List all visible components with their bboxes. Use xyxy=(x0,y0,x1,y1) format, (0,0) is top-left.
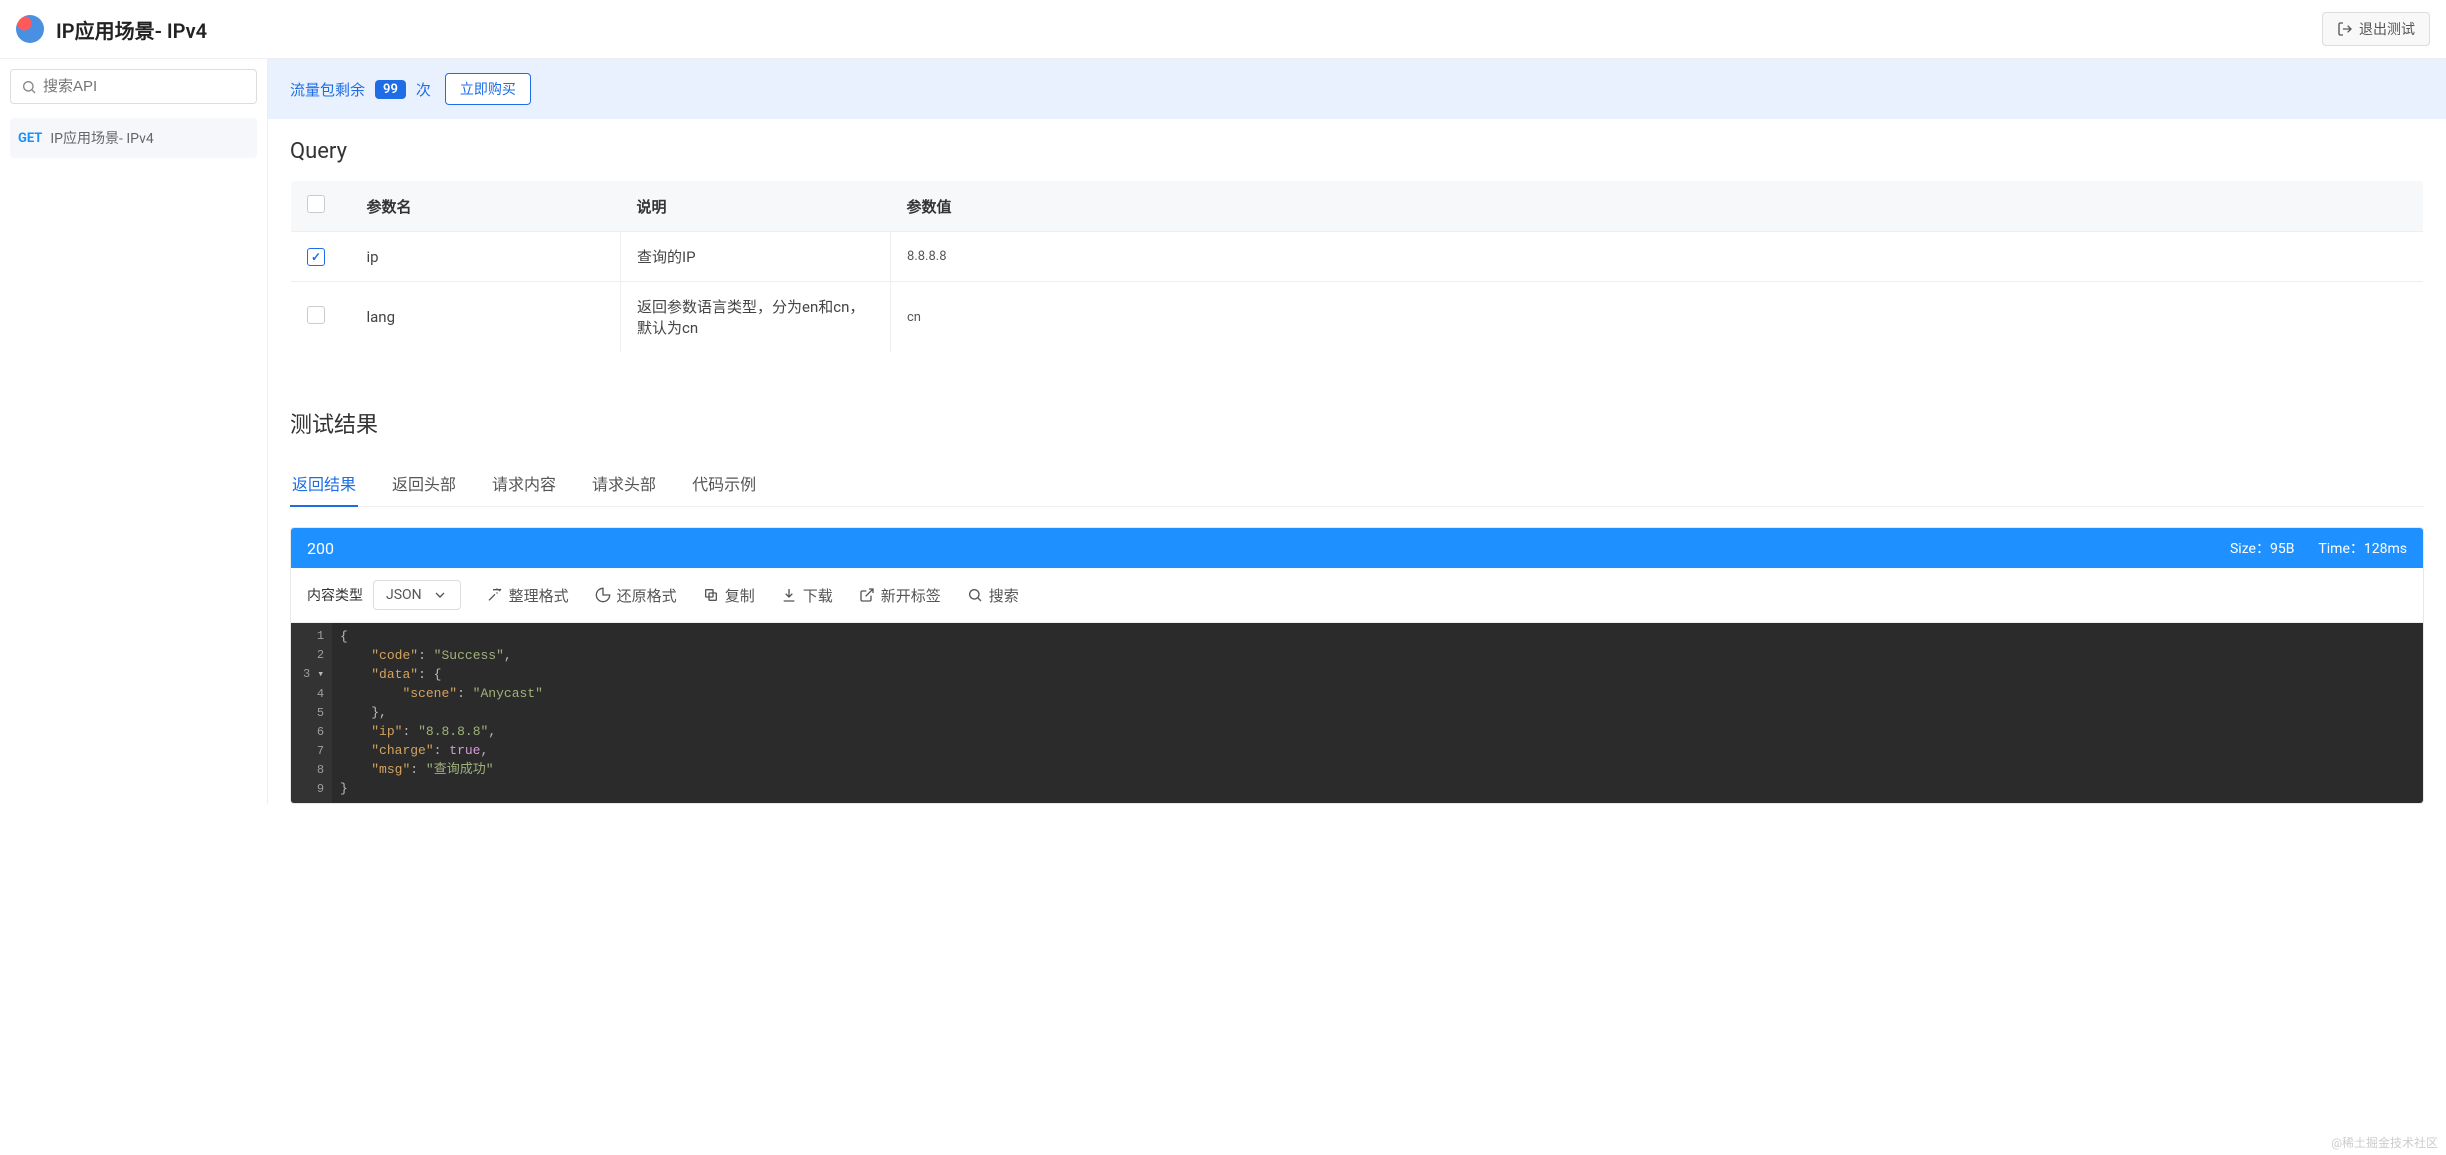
external-link-icon xyxy=(859,587,875,603)
banner-suffix: 次 xyxy=(416,79,431,100)
param-desc: 返回参数语言类型，分为en和cn，默认为cn xyxy=(621,282,891,353)
result-tabs: 返回结果 返回头部 请求内容 请求头部 代码示例 xyxy=(290,461,2424,507)
download-button[interactable]: 下载 xyxy=(781,585,833,606)
banner-prefix: 流量包剩余 xyxy=(290,79,365,100)
search-api-wrap[interactable] xyxy=(10,69,257,104)
select-all-checkbox[interactable] xyxy=(307,195,325,213)
sidebar-item-ip-scene[interactable]: GET IP应用场景- IPv4 xyxy=(10,118,257,158)
param-name: lang xyxy=(351,282,621,353)
content-type-label: 内容类型 xyxy=(307,585,363,605)
param-value[interactable]: 8.8.8.8 xyxy=(891,232,2424,282)
copy-button[interactable]: 复制 xyxy=(703,585,755,606)
status-bar: 200 Size：95B Time：128ms xyxy=(291,528,2423,568)
new-tab-button[interactable]: 新开标签 xyxy=(859,585,941,606)
col-header-name: 参数名 xyxy=(351,181,621,232)
table-row: ip 查询的IP 8.8.8.8 xyxy=(291,232,2424,282)
search-api-input[interactable] xyxy=(43,78,246,95)
buy-now-button[interactable]: 立即购买 xyxy=(445,73,531,105)
row-checkbox[interactable] xyxy=(307,306,325,324)
tab-response-headers[interactable]: 返回头部 xyxy=(390,461,458,506)
wand-icon xyxy=(487,587,503,603)
traffic-banner: 流量包剩余 99 次 立即购买 xyxy=(268,59,2446,119)
tab-request-headers[interactable]: 请求头部 xyxy=(590,461,658,506)
content-type-value: JSON xyxy=(386,587,422,603)
exit-label: 退出测试 xyxy=(2359,19,2415,39)
status-code: 200 xyxy=(307,539,334,558)
chevron-down-icon xyxy=(432,587,448,603)
col-header-desc: 说明 xyxy=(621,181,891,232)
query-params-table: 参数名 说明 参数值 ip 查询的IP 8.8.8.8 lang xyxy=(290,180,2424,353)
search-icon xyxy=(967,587,983,603)
table-row: lang 返回参数语言类型，分为en和cn，默认为cn cn xyxy=(291,282,2424,353)
query-section-title: Query xyxy=(290,139,2424,164)
tab-response-body[interactable]: 返回结果 xyxy=(290,461,358,507)
exit-test-button[interactable]: 退出测试 xyxy=(2322,12,2430,46)
tab-code-sample[interactable]: 代码示例 xyxy=(690,461,758,506)
content-type-select[interactable]: JSON xyxy=(373,580,461,610)
traffic-count-badge: 99 xyxy=(375,80,406,99)
param-value[interactable]: cn xyxy=(891,282,2424,353)
code-content: { "code": "Success", "data": { "scene": … xyxy=(332,623,2423,803)
search-icon xyxy=(21,79,37,95)
format-button[interactable]: 整理格式 xyxy=(487,585,569,606)
copy-icon xyxy=(703,587,719,603)
download-icon xyxy=(781,587,797,603)
tab-request-body[interactable]: 请求内容 xyxy=(490,461,558,506)
col-header-value: 参数值 xyxy=(891,181,2424,232)
watermark: @稀土掘金技术社区 xyxy=(2331,1134,2438,1151)
page-title: IP应用场景- IPv4 xyxy=(56,15,207,44)
restore-icon xyxy=(595,587,611,603)
restore-button[interactable]: 还原格式 xyxy=(595,585,677,606)
param-desc: 查询的IP xyxy=(621,232,891,282)
logo-icon xyxy=(16,15,44,43)
search-result-button[interactable]: 搜索 xyxy=(967,585,1019,606)
response-time: Time：128ms xyxy=(2318,538,2407,558)
result-section-title: 测试结果 xyxy=(290,407,2424,439)
http-method-tag: GET xyxy=(18,131,42,146)
sidebar-item-label: IP应用场景- IPv4 xyxy=(50,128,153,148)
row-checkbox[interactable] xyxy=(307,248,325,266)
response-size: Size：95B xyxy=(2230,538,2294,558)
response-code-block[interactable]: 123 ▾456789 { "code": "Success", "data":… xyxy=(291,623,2423,803)
param-name: ip xyxy=(351,232,621,282)
exit-icon xyxy=(2337,21,2353,37)
line-gutter: 123 ▾456789 xyxy=(291,623,332,803)
